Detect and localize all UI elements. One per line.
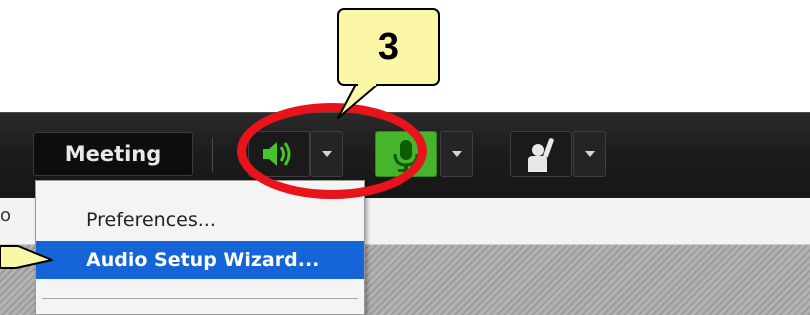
chevron-down-icon bbox=[584, 151, 595, 157]
meeting-menu-label: Meeting bbox=[64, 142, 162, 166]
raise-hand-options-dropdown[interactable] bbox=[573, 131, 606, 177]
partial-label: o bbox=[0, 205, 12, 226]
menu-item-audio-setup-wizard[interactable]: Audio Setup Wizard... bbox=[36, 241, 364, 279]
callout-seam bbox=[358, 82, 376, 86]
toolbar-top-border bbox=[0, 112, 810, 113]
meeting-menu-button[interactable]: Meeting bbox=[33, 132, 193, 176]
chevron-down-icon bbox=[451, 151, 462, 157]
raise-hand-icon bbox=[528, 138, 554, 172]
microphone-options-dropdown[interactable] bbox=[440, 131, 473, 177]
raise-hand-button[interactable] bbox=[510, 131, 572, 177]
menu-item-preferences[interactable]: Preferences... bbox=[36, 201, 364, 239]
toolbar-divider bbox=[212, 138, 213, 172]
step-number: 3 bbox=[377, 25, 400, 68]
menu-item-label: Preferences... bbox=[86, 209, 216, 231]
menu-divider bbox=[42, 298, 358, 299]
meeting-dropdown-menu: Preferences... Audio Setup Wizard... bbox=[35, 180, 365, 315]
step-callout: 3 bbox=[337, 8, 440, 86]
left-callout-pointer bbox=[0, 245, 53, 269]
highlight-ring bbox=[237, 103, 427, 199]
menu-item-label: Audio Setup Wizard... bbox=[86, 249, 320, 271]
